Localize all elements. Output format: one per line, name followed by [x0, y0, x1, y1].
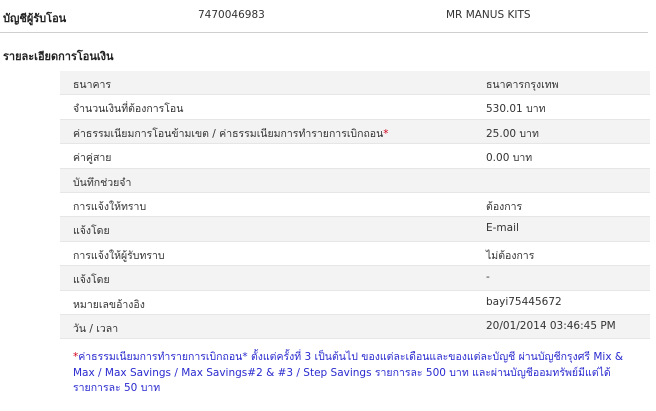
fee-footnote: *ค่าธรรมเนียมการทำรายการเบิกถอน* ตั้งแต่…	[73, 350, 633, 397]
recipient-account-row: บัญชีผู้รับโอน 7470046983 MR MANUS KITS	[0, 0, 648, 33]
detail-label: แจ้งโดย	[73, 274, 110, 287]
detail-value: 530.01 บาท	[486, 103, 546, 116]
detail-row-notify-recipient: การแจ้งให้ผู้รับทราบ ไม่ต้องการ	[60, 242, 650, 267]
detail-label: ค่าธรรมเนียมการโอนข้ามเขต / ค่าธรรมเนียม…	[73, 127, 384, 140]
transfer-details-title: รายละเอียดการโอนเงิน	[3, 50, 114, 63]
detail-row-recipient-notify-via: แจ้งโดย -	[60, 266, 650, 291]
detail-row-datetime: วัน / เวลา 20/01/2014 03:46:45 PM	[60, 314, 650, 340]
detail-label: จำนวนเงินที่ต้องการโอน	[73, 103, 184, 116]
detail-value: 0.00 บาท	[486, 152, 533, 165]
detail-row-line-fee: ค่าคู่สาย 0.00 บาท	[60, 144, 650, 169]
detail-value: 20/01/2014 03:46:45 PM	[486, 319, 616, 332]
detail-value: ต้องการ	[486, 200, 523, 213]
detail-value: -	[486, 271, 490, 284]
footnote-text: ค่าธรรมเนียมการทำรายการเบิกถอน* ตั้งแต่ค…	[73, 351, 624, 394]
detail-value: E-mail	[486, 222, 519, 235]
detail-label-with-mark: ค่าธรรมเนียมการโอนข้ามเขต / ค่าธรรมเนียม…	[73, 125, 389, 142]
detail-label: ค่าคู่สาย	[73, 152, 112, 165]
detail-row-notify-via: แจ้งโดย E-mail	[60, 217, 650, 242]
detail-label: การแจ้งให้ทราบ	[73, 200, 147, 213]
detail-row-amount: จำนวนเงินที่ต้องการโอน 530.01 บาท	[60, 95, 650, 120]
recipient-account-label: บัญชีผู้รับโอน	[3, 12, 67, 25]
transfer-details-table: ธนาคาร ธนาคารกรุงเทพ จำนวนเงินที่ต้องการ…	[60, 71, 650, 340]
detail-value: bayi75445672	[486, 295, 562, 308]
detail-row-fee: ค่าธรรมเนียมการโอนข้ามเขต / ค่าธรรมเนียม…	[60, 119, 650, 145]
detail-row-bank: ธนาคาร ธนาคารกรุงเทพ	[60, 71, 650, 96]
detail-label: แจ้งโดย	[73, 225, 110, 238]
recipient-account-name: MR MANUS KITS	[446, 9, 531, 21]
detail-row-memo: บันทึกช่วยจำ	[60, 168, 650, 193]
detail-label: การแจ้งให้ผู้รับทราบ	[73, 249, 165, 262]
detail-value: ธนาคารกรุงเทพ	[486, 79, 559, 91]
detail-label: ธนาคาร	[73, 79, 112, 91]
detail-row-notify: การแจ้งให้ทราบ ต้องการ	[60, 193, 650, 218]
fee-asterisk: *	[383, 127, 389, 140]
detail-label: บันทึกช่วยจำ	[73, 176, 132, 189]
detail-value: ไม่ต้องการ	[486, 249, 535, 262]
detail-row-reference: หมายเลขอ้างอิง bayi75445672	[60, 291, 650, 315]
detail-label: วัน / เวลา	[73, 322, 119, 335]
recipient-account-number: 7470046983	[198, 9, 265, 21]
detail-value: 25.00 บาท	[486, 127, 539, 140]
detail-label: หมายเลขอ้างอิง	[73, 298, 145, 311]
